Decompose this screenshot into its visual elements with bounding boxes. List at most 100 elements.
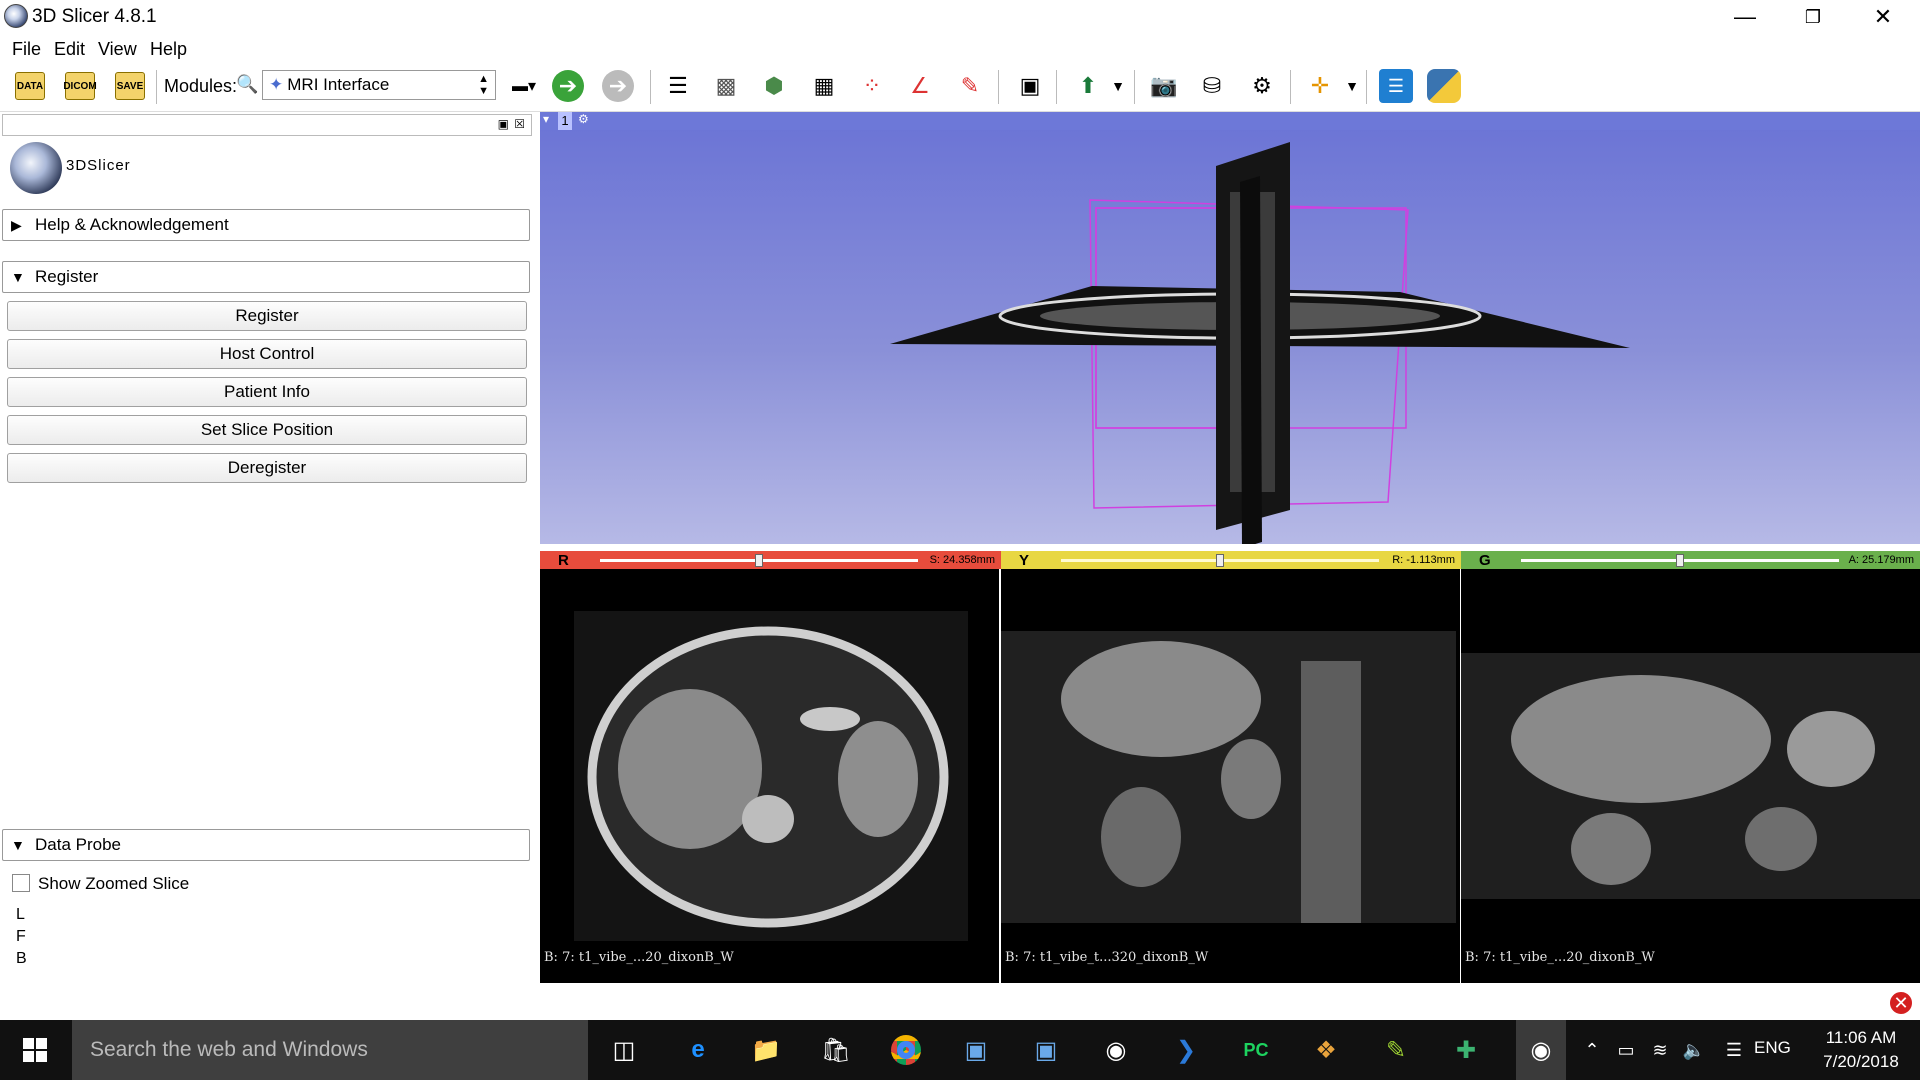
module-history-icon[interactable]: ▬▾ — [506, 68, 542, 104]
window-title: 3D Slicer 4.8.1 — [32, 6, 157, 27]
slicer-taskbar-icon[interactable]: ◉ — [1098, 1032, 1134, 1068]
language-indicator[interactable]: ENG — [1754, 1038, 1791, 1058]
red-slice-slider-thumb[interactable] — [755, 554, 763, 567]
extension-manager-button[interactable]: ☰ — [1378, 68, 1414, 104]
markups-icon[interactable]: ⁘ — [854, 68, 890, 104]
taskbar-clock[interactable]: 11:06 AM 7/20/2018 — [1808, 1026, 1914, 1074]
3d-view[interactable] — [540, 112, 1920, 544]
save-button[interactable]: SAVE — [112, 68, 148, 104]
git-icon[interactable]: ❖ — [1308, 1032, 1344, 1068]
task-view-icon[interactable]: ◫ — [606, 1032, 642, 1068]
crosshair-icon[interactable]: ✛ — [1302, 68, 1338, 104]
show-zoomed-slice-checkbox[interactable] — [12, 874, 30, 892]
crosshair-dropdown-icon[interactable]: ▼ — [1334, 68, 1370, 104]
register-button[interactable]: Register — [7, 301, 527, 331]
load-data-button[interactable]: DATA — [12, 68, 48, 104]
menu-help[interactable]: Help — [150, 39, 187, 60]
yellow-slice-slider-thumb[interactable] — [1216, 554, 1224, 567]
register-section-label: Register — [35, 267, 99, 286]
toolbar-separator — [1134, 70, 1135, 104]
window-app-icon[interactable]: ▣ — [958, 1032, 994, 1068]
3d-scene — [890, 142, 1630, 544]
window-app-2-icon[interactable]: ▣ — [1028, 1032, 1064, 1068]
ruler-icon[interactable]: ∠ — [902, 68, 938, 104]
probe-row-f: F — [16, 928, 26, 945]
yellow-slice-controller[interactable]: Y R: -1.113mm — [1001, 551, 1461, 569]
module-selector[interactable]: ✦ MRI Interface ▲ ▼ — [262, 70, 496, 100]
green-slice-view[interactable]: B: 7: t1_vibe_...20_dixonB_W — [1461, 569, 1920, 983]
menu-edit[interactable]: Edit — [54, 39, 85, 60]
host-control-button[interactable]: Host Control — [7, 339, 527, 369]
battery-icon[interactable]: ▭ — [1608, 1032, 1644, 1068]
toolbar-separator — [1290, 70, 1291, 104]
save-icon-label: SAVE — [116, 80, 144, 92]
store-icon[interactable]: 🛍 — [818, 1032, 854, 1068]
red-slice-label: R — [558, 552, 569, 569]
start-button[interactable] — [0, 1020, 70, 1080]
register-section-header[interactable]: ▼ Register — [2, 261, 530, 293]
windows-taskbar: Search the web and Windows ◫ e 📁 🛍 ▣ ▣ ◉… — [0, 1020, 1920, 1080]
windows-logo-icon — [23, 1038, 47, 1062]
python-console-button[interactable] — [1426, 68, 1462, 104]
tray-expand-icon[interactable]: ⌃ — [1574, 1032, 1610, 1068]
plus-app-icon[interactable]: ✚ — [1448, 1032, 1484, 1068]
wifi-icon[interactable]: ≋ — [1642, 1032, 1678, 1068]
dicom-button[interactable]: DICOM — [62, 68, 98, 104]
data-tree-icon[interactable]: ☰ — [660, 68, 696, 104]
menu-bar: File Edit View Help — [0, 35, 1920, 61]
scene-view-icon[interactable]: ⛁ — [1194, 68, 1230, 104]
close-button[interactable]: ✕ — [1848, 2, 1918, 32]
volume-icon[interactable]: 🔈 — [1676, 1032, 1712, 1068]
restore-button[interactable]: ❐ — [1778, 2, 1848, 32]
screenshot-icon[interactable]: 📷 — [1146, 68, 1182, 104]
green-slice-slider-thumb[interactable] — [1676, 554, 1684, 567]
forward-button[interactable]: ➔ — [600, 68, 636, 104]
models-icon[interactable]: ⬢ — [756, 68, 792, 104]
close-panel-icon[interactable]: ☒ — [514, 117, 525, 131]
editor-icon[interactable]: ✎ — [952, 68, 988, 104]
3d-view-controller-bar[interactable] — [540, 112, 1920, 130]
undock-icon[interactable]: ▣ — [498, 117, 509, 131]
menu-view[interactable]: View — [98, 39, 137, 60]
arrow-right-icon: ➔ — [602, 70, 634, 102]
taskbar-search-box[interactable]: Search the web and Windows — [72, 1020, 588, 1080]
error-log-icon[interactable]: ✕ — [1888, 990, 1914, 1016]
chevron-down-icon: ▼ — [11, 269, 25, 285]
mode-dropdown-icon[interactable]: ▼ — [1100, 68, 1136, 104]
edge-browser-icon[interactable]: e — [680, 1032, 716, 1068]
toolbar-separator — [1056, 70, 1057, 104]
capture-icon[interactable]: ⚙ — [1244, 68, 1280, 104]
toolbar-separator — [156, 70, 157, 104]
green-slice-label: G — [1479, 552, 1491, 569]
minimize-button[interactable]: — — [1710, 2, 1780, 32]
transforms-icon[interactable]: ▦ — [806, 68, 842, 104]
green-slice-controller[interactable]: G A: 25.179mm — [1461, 551, 1920, 569]
notepad-icon[interactable]: ✎ — [1378, 1032, 1414, 1068]
deregister-button[interactable]: Deregister — [7, 453, 527, 483]
chrome-icon[interactable] — [888, 1032, 924, 1068]
title-bar: 3D Slicer 4.8.1 — ❐ ✕ — [0, 0, 1920, 34]
help-section-header[interactable]: ▶ Help & Acknowledgement — [2, 209, 530, 241]
active-slicer-taskbar-icon[interactable]: ◉ — [1516, 1020, 1566, 1080]
extension-icon: ☰ — [1379, 69, 1413, 103]
pin-icon[interactable]: ▾ — [543, 112, 549, 126]
back-button[interactable]: ➔ — [550, 68, 586, 104]
panel-header-bar: ▣ ☒ — [2, 114, 532, 136]
patient-info-button[interactable]: Patient Info — [7, 377, 527, 407]
volumes-icon[interactable]: ▩ — [708, 68, 744, 104]
data-probe-section-header[interactable]: ▼ Data Probe — [2, 829, 530, 861]
layout-icon[interactable]: ▣ — [1012, 68, 1048, 104]
menu-file[interactable]: File — [12, 39, 41, 60]
powershell-icon[interactable]: ❯ — [1168, 1032, 1204, 1068]
red-slice-view[interactable]: B: 7: t1_vibe_...20_dixonB_W — [540, 569, 999, 983]
green-slice-offset: A: 25.179mm — [1848, 554, 1914, 566]
action-center-icon[interactable]: ☰ — [1716, 1032, 1752, 1068]
chevron-down-icon: ▼ — [11, 837, 25, 853]
set-slice-position-button[interactable]: Set Slice Position — [7, 415, 527, 445]
red-slice-controller[interactable]: R S: 24.358mm — [540, 551, 1001, 569]
pycharm-icon[interactable]: PC — [1238, 1032, 1274, 1068]
file-explorer-icon[interactable]: 📁 — [748, 1032, 784, 1068]
yellow-slice-view[interactable]: B: 7: t1_vibe_t...320_dixonB_W — [1001, 569, 1460, 983]
module-search-icon[interactable]: 🔍 — [236, 74, 258, 95]
view-settings-icon[interactable]: ⚙ — [578, 112, 589, 126]
